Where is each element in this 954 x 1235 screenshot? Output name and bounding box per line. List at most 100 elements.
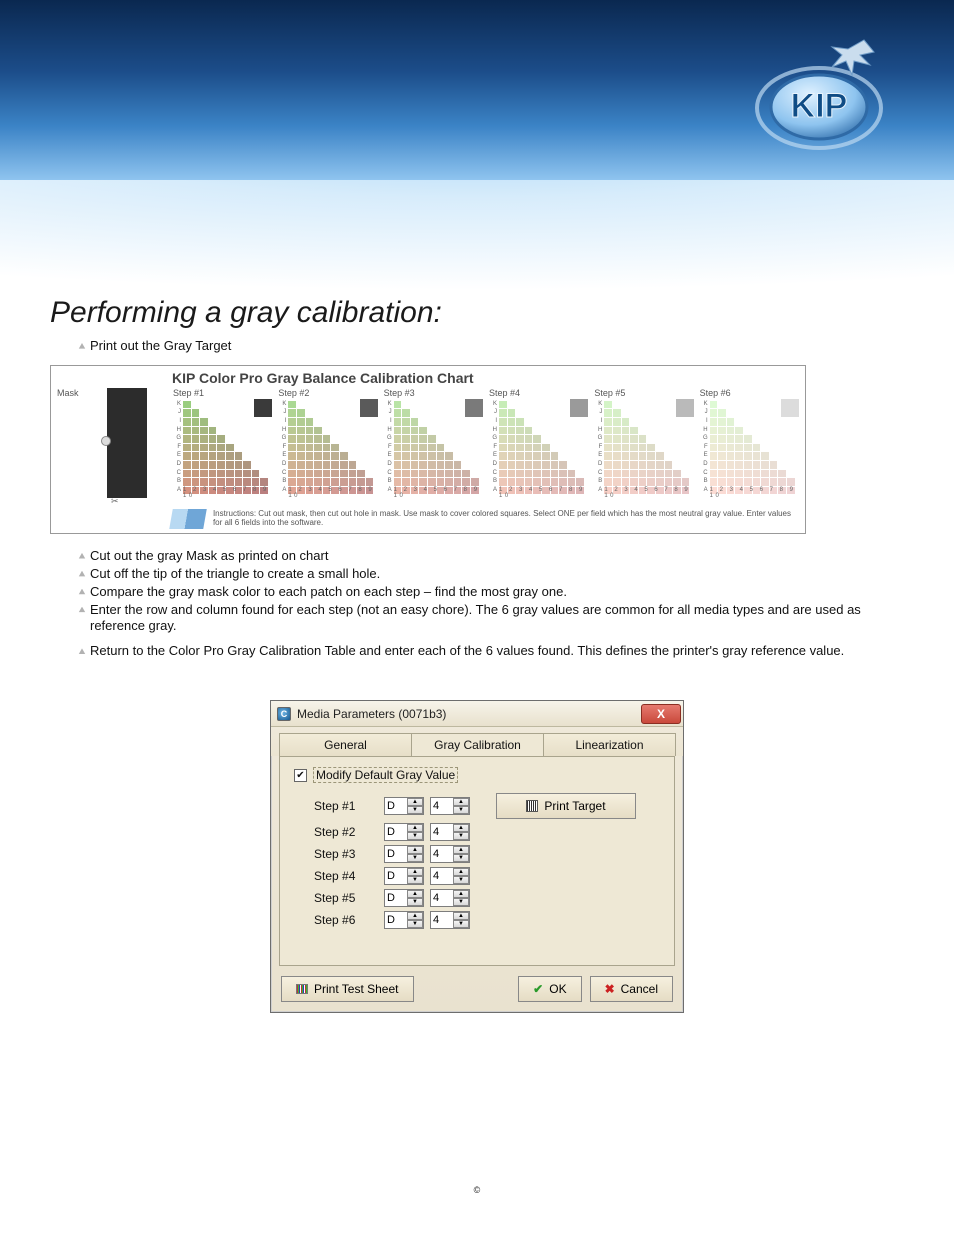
patch	[613, 435, 621, 443]
patch	[419, 470, 427, 478]
spin-up-button[interactable]: ▲	[407, 846, 423, 854]
patch	[340, 470, 348, 478]
patch	[525, 470, 533, 478]
step-letter-input-field[interactable]	[385, 868, 407, 884]
row-letter: F	[700, 444, 708, 450]
row-letter: C	[700, 470, 708, 476]
print-test-sheet-button[interactable]: Print Test Sheet	[281, 976, 414, 1002]
step-letter-input-field[interactable]	[385, 912, 407, 928]
spin-down-button[interactable]: ▼	[407, 806, 423, 814]
patch	[200, 461, 208, 469]
spin-down-button[interactable]: ▼	[407, 898, 423, 906]
step-number-input-field[interactable]	[431, 846, 453, 862]
spin-down-button[interactable]: ▼	[453, 898, 469, 906]
instruction-bullet: Return to the Color Pro Gray Calibration…	[50, 643, 904, 660]
spin-up-button[interactable]: ▲	[407, 890, 423, 898]
spin-down-button[interactable]: ▼	[453, 920, 469, 928]
patch	[306, 444, 314, 452]
step-letter-input[interactable]: ▲▼	[384, 823, 424, 841]
row-letter: E	[594, 452, 602, 458]
patch	[323, 452, 331, 460]
step-letter-input-field[interactable]	[385, 846, 407, 862]
step-number-input-field[interactable]	[431, 912, 453, 928]
patch	[314, 435, 322, 443]
step-letter-input[interactable]: ▲▼	[384, 797, 424, 815]
patch	[735, 470, 743, 478]
patch	[331, 452, 339, 460]
spin-up-button[interactable]: ▲	[407, 868, 423, 876]
step-letter-input[interactable]: ▲▼	[384, 911, 424, 929]
instruction-bullet: Cut out the gray Mask as printed on char…	[50, 548, 904, 565]
spin-down-button[interactable]: ▼	[453, 876, 469, 884]
spin-down-button[interactable]: ▼	[407, 854, 423, 862]
patch	[613, 452, 621, 460]
modify-default-checkbox[interactable]: ✔	[294, 769, 307, 782]
spin-up-button[interactable]: ▲	[453, 890, 469, 898]
step-letter-input-field[interactable]	[385, 890, 407, 906]
row-letter: K	[173, 401, 181, 407]
spin-down-button[interactable]: ▼	[453, 854, 469, 862]
step-number-input[interactable]: ▲▼	[430, 823, 470, 841]
tab-linearization[interactable]: Linearization	[543, 733, 676, 756]
step-number-input[interactable]: ▲▼	[430, 797, 470, 815]
reference-swatch	[570, 399, 588, 417]
patch	[525, 427, 533, 435]
step-number-input-field[interactable]	[431, 798, 453, 814]
step-row-2: Step #2▲▼▲▼	[314, 823, 660, 841]
step-number-input-field[interactable]	[431, 890, 453, 906]
patch	[613, 470, 621, 478]
print-target-button[interactable]: Print Target	[496, 793, 636, 819]
patch	[604, 461, 612, 469]
patch	[252, 470, 260, 478]
spin-down-button[interactable]: ▼	[453, 806, 469, 814]
step-number-input[interactable]: ▲▼	[430, 889, 470, 907]
patch	[499, 444, 507, 452]
spin-up-button[interactable]: ▲	[407, 798, 423, 806]
step-number-input[interactable]: ▲▼	[430, 845, 470, 863]
patch	[183, 401, 191, 409]
spin-up-button[interactable]: ▲	[407, 912, 423, 920]
spin-up-button[interactable]: ▲	[453, 798, 469, 806]
spin-up-button[interactable]: ▲	[453, 824, 469, 832]
spin-up-button[interactable]: ▲	[407, 824, 423, 832]
cancel-button[interactable]: ✖ Cancel	[590, 976, 673, 1002]
tab-general[interactable]: General	[279, 733, 412, 756]
spin-down-button[interactable]: ▼	[453, 832, 469, 840]
spin-down-button[interactable]: ▼	[407, 832, 423, 840]
spin-up-button[interactable]: ▲	[453, 868, 469, 876]
patch	[710, 470, 718, 478]
patch	[710, 444, 718, 452]
close-button[interactable]: X	[641, 704, 681, 724]
patch	[297, 418, 305, 426]
patch	[656, 478, 664, 486]
patch	[525, 452, 533, 460]
patch	[288, 427, 296, 435]
patch	[209, 461, 217, 469]
spin-down-button[interactable]: ▼	[407, 920, 423, 928]
spin-up-button[interactable]: ▲	[453, 846, 469, 854]
tab-gray-calibration[interactable]: Gray Calibration	[411, 733, 544, 756]
step-number-input-field[interactable]	[431, 868, 453, 884]
chart-instructions-row: Instructions: Cut out mask, then cut out…	[171, 509, 799, 529]
patch	[445, 478, 453, 486]
step-number-input-field[interactable]	[431, 824, 453, 840]
step-number-input[interactable]: ▲▼	[430, 911, 470, 929]
patch	[235, 470, 243, 478]
step-letter-input-field[interactable]	[385, 824, 407, 840]
patch	[516, 435, 524, 443]
row-letter: I	[594, 418, 602, 424]
step-letter-input[interactable]: ▲▼	[384, 889, 424, 907]
patch	[727, 470, 735, 478]
patch	[217, 435, 225, 443]
patch	[394, 470, 402, 478]
step-letter-input[interactable]: ▲▼	[384, 845, 424, 863]
patch	[516, 478, 524, 486]
step-letter-input-field[interactable]	[385, 798, 407, 814]
ok-button[interactable]: ✔ OK	[518, 976, 581, 1002]
step-number-input[interactable]: ▲▼	[430, 867, 470, 885]
row-letter: F	[278, 444, 286, 450]
spin-down-button[interactable]: ▼	[407, 876, 423, 884]
step-letter-input[interactable]: ▲▼	[384, 867, 424, 885]
spin-up-button[interactable]: ▲	[453, 912, 469, 920]
patch	[770, 478, 778, 486]
